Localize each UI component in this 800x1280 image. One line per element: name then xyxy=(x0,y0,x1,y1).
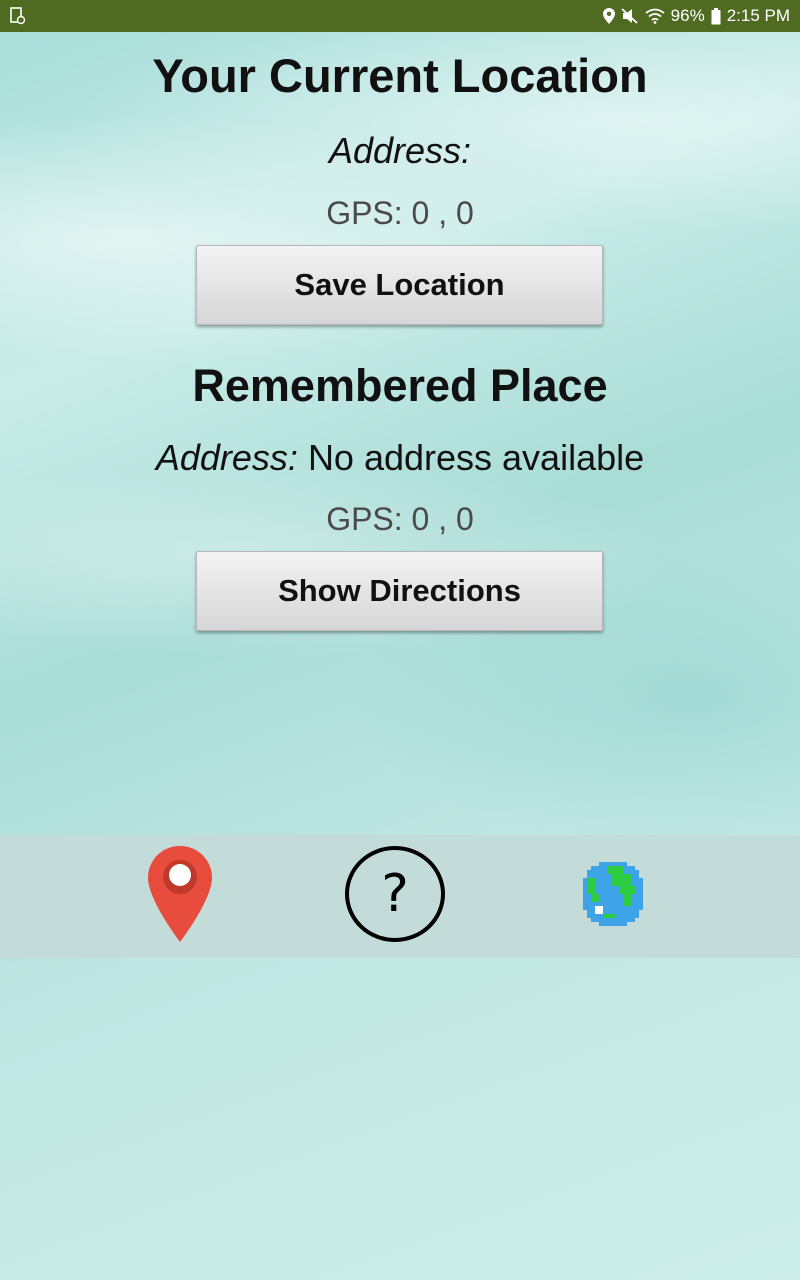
battery-percent: 96% xyxy=(670,6,705,25)
current-location-title: Your Current Location xyxy=(152,49,648,102)
remembered-place-title: Remembered Place xyxy=(192,360,608,411)
remembered-gps: GPS: 0 , 0 xyxy=(326,501,474,537)
remembered-address-value: No address available xyxy=(307,437,645,478)
current-address-line: Address: xyxy=(0,130,800,172)
status-bar: 96% 2:15 PM xyxy=(0,0,800,32)
current-gps: GPS: 0 , 0 xyxy=(326,195,474,231)
notification-icon xyxy=(10,7,26,25)
location-icon xyxy=(602,8,615,24)
save-location-button[interactable]: Save Location xyxy=(196,245,603,325)
globe-icon xyxy=(583,862,643,931)
remembered-address-line: Address: No address available xyxy=(0,437,800,479)
tab-location[interactable] xyxy=(110,835,250,958)
tab-world[interactable] xyxy=(543,835,683,958)
status-right: 96% 2:15 PM xyxy=(602,6,790,26)
clock: 2:15 PM xyxy=(726,6,790,25)
wifi-icon xyxy=(645,8,665,24)
battery-icon xyxy=(711,7,721,25)
remembered-address-label: Address: xyxy=(155,437,298,478)
help-icon: ? xyxy=(344,845,446,948)
tab-help[interactable]: ? xyxy=(325,835,465,958)
map-pin-icon xyxy=(146,844,214,949)
current-address-label: Address: xyxy=(328,130,472,171)
mute-icon xyxy=(621,8,639,24)
show-directions-button[interactable]: Show Directions xyxy=(196,551,603,631)
status-left xyxy=(10,7,26,25)
bottom-tab-bar: ? xyxy=(0,835,800,958)
help-glyph: ? xyxy=(381,864,409,924)
